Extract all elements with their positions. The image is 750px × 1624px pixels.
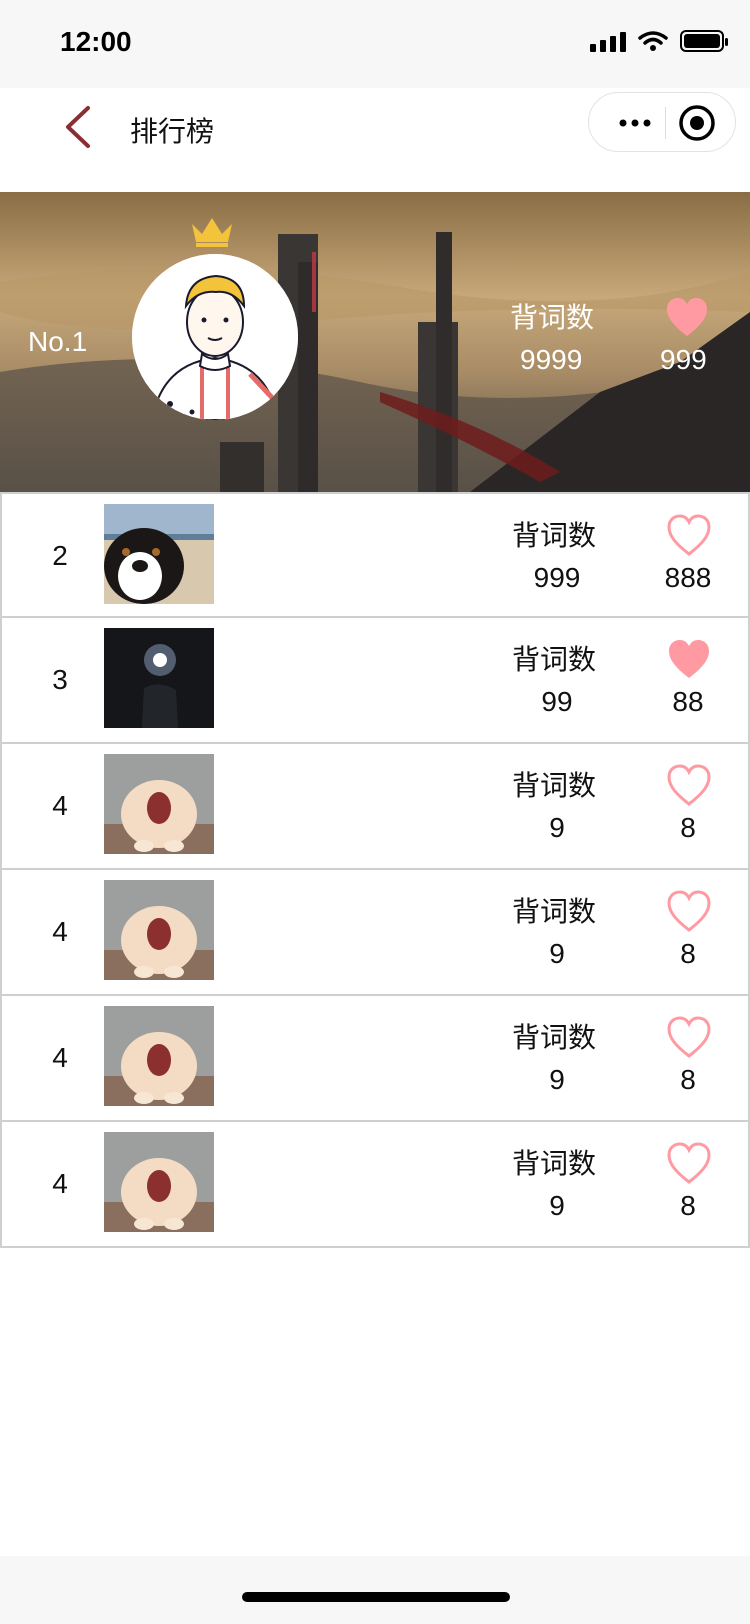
user-avatar[interactable]: [104, 754, 214, 854]
home-indicator[interactable]: [242, 1592, 510, 1602]
mini-program-capsule: [588, 92, 736, 152]
target-icon[interactable]: [677, 103, 717, 143]
likes-count: 88: [672, 686, 704, 717]
nav-bar: 排行榜: [0, 88, 750, 192]
heart-outline-icon[interactable]: [666, 1016, 712, 1060]
likes-count: 8: [680, 1190, 696, 1221]
word-count-value: 999: [533, 562, 581, 593]
heart-outline-icon[interactable]: [666, 514, 712, 558]
word-count-label: 背词数: [512, 519, 597, 552]
wifi-icon: [638, 31, 668, 51]
capsule-divider: [665, 107, 666, 139]
word-count-label: 背词数: [512, 1021, 597, 1054]
word-count-value: 9: [549, 812, 565, 843]
row-rank-number: 4: [52, 1168, 68, 1199]
row-rank-number: 3: [52, 664, 68, 695]
word-count-label: 背词数: [512, 1147, 597, 1180]
top-rank-banner: No.1 背词数 9999 999: [0, 192, 750, 492]
heart-outline-icon[interactable]: [666, 1142, 712, 1186]
ranking-row: 4 背词数 9 8: [0, 870, 750, 996]
page-title: 排行榜: [130, 115, 215, 148]
status-bar: 12:00: [0, 0, 750, 88]
home-bar-area: [0, 1556, 750, 1624]
ranking-row: 3 背词数 99 88: [0, 618, 750, 744]
top-word-count-label: 背词数: [510, 301, 595, 334]
ranking-row: 4 背词数 9 8: [0, 744, 750, 870]
crown-icon: [192, 218, 232, 247]
battery-icon: [680, 30, 728, 52]
word-count-label: 背词数: [512, 895, 597, 928]
row-rank-number: 2: [52, 540, 68, 571]
status-time: 12:00: [60, 26, 132, 57]
user-avatar[interactable]: [104, 1132, 214, 1232]
dog-photo: [104, 504, 214, 604]
row-rank-number: 4: [52, 916, 68, 947]
heart-filled-icon[interactable]: [666, 638, 712, 682]
word-count-label: 背词数: [512, 769, 597, 802]
banner-background-image: [0, 192, 750, 492]
ranking-row: 4 背词数 9 8: [0, 1122, 750, 1248]
night-light-photo: [104, 628, 214, 728]
word-count-value: 9: [549, 1064, 565, 1095]
word-count-value: 9: [549, 938, 565, 969]
cat-photo: [104, 1132, 214, 1232]
row-rank-number: 4: [52, 790, 68, 821]
likes-count: 8: [680, 1064, 696, 1095]
row-rank-number: 4: [52, 1042, 68, 1073]
likes-count: 888: [664, 562, 712, 593]
heart-outline-icon[interactable]: [666, 764, 712, 808]
word-count-value: 9: [549, 1190, 565, 1221]
top-likes-count: 999: [660, 344, 707, 375]
top-word-count-value: 9999: [520, 344, 583, 375]
likes-count: 8: [680, 938, 696, 969]
user-avatar[interactable]: [104, 628, 214, 728]
heart-outline-icon[interactable]: [666, 890, 712, 934]
cat-photo: [104, 880, 214, 980]
user-avatar[interactable]: [104, 504, 214, 604]
heart-filled-icon[interactable]: [664, 296, 710, 340]
chevron-left-icon[interactable]: [58, 102, 102, 152]
cat-photo: [104, 754, 214, 854]
cat-photo: [104, 1006, 214, 1106]
more-dots-icon[interactable]: [617, 111, 653, 135]
top-rank-number: No.1: [28, 326, 88, 357]
avatar-illustration: [132, 254, 298, 420]
user-avatar[interactable]: [104, 1006, 214, 1106]
top-user-avatar[interactable]: [132, 254, 298, 420]
word-count-label: 背词数: [512, 643, 597, 676]
word-count-value: 99: [541, 686, 573, 717]
likes-count: 8: [680, 812, 696, 843]
signal-icon: [590, 30, 626, 52]
ranking-row: 4 背词数 9 8: [0, 996, 750, 1122]
status-icons: [590, 30, 728, 52]
user-avatar[interactable]: [104, 880, 214, 980]
ranking-row: 2 背词数 999 888: [0, 492, 750, 618]
ranking-list: 2 背词数 999 888 3 背词数 99 88 4 背词数 9 8 4 背词…: [0, 492, 750, 1248]
